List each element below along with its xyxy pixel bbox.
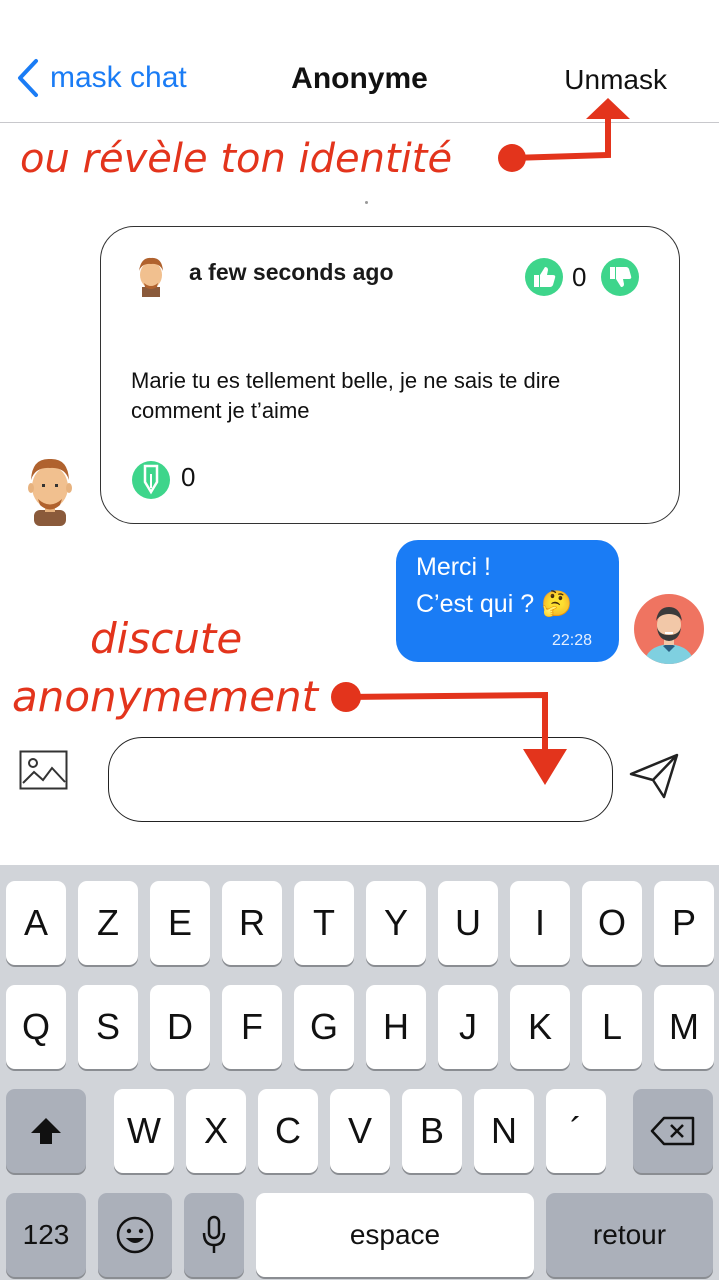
- image-icon[interactable]: [19, 750, 68, 790]
- shift-key[interactable]: [6, 1089, 86, 1173]
- keyboard: A Z E R T Y U I O P Q S D F G H J K L M …: [0, 865, 719, 1280]
- annotation-discuss-line1: discute: [90, 614, 243, 663]
- user-avatar: [634, 594, 704, 664]
- vote-count: 0: [572, 262, 587, 292]
- reply-count: 0: [181, 462, 196, 492]
- key-k[interactable]: K: [510, 985, 570, 1069]
- shift-icon: [31, 1118, 61, 1144]
- key-d[interactable]: D: [150, 985, 210, 1069]
- key-w[interactable]: W: [114, 1089, 174, 1173]
- key-b[interactable]: B: [402, 1089, 462, 1173]
- annotation-discuss-line2: anonymement: [12, 672, 319, 721]
- return-key[interactable]: retour: [546, 1193, 713, 1277]
- key-s[interactable]: S: [78, 985, 138, 1069]
- message-time: 22:28: [552, 632, 593, 649]
- key-h[interactable]: H: [366, 985, 426, 1069]
- key-g[interactable]: G: [294, 985, 354, 1069]
- key-x[interactable]: X: [186, 1089, 246, 1173]
- key-p[interactable]: P: [654, 881, 714, 965]
- microphone-icon: [202, 1215, 226, 1253]
- key-f[interactable]: F: [222, 985, 282, 1069]
- space-key[interactable]: espace: [256, 1193, 534, 1277]
- thumbs-up-icon[interactable]: [524, 257, 564, 297]
- emoji-icon: [116, 1216, 154, 1254]
- key-o[interactable]: O: [582, 881, 642, 965]
- backspace-key[interactable]: [633, 1089, 713, 1173]
- annotation-reveal-text: ou révèle ton identité: [20, 136, 453, 182]
- annotation-arrow-up: [498, 98, 630, 172]
- key-a[interactable]: A: [6, 881, 66, 965]
- unmask-button[interactable]: Unmask: [564, 64, 667, 96]
- author-avatar-icon: [139, 257, 163, 297]
- key-i[interactable]: I: [510, 881, 570, 965]
- key-z[interactable]: Z: [78, 881, 138, 965]
- avatar-male-icon: [28, 458, 72, 526]
- dictation-key[interactable]: [184, 1193, 244, 1277]
- backspace-icon: [650, 1116, 695, 1146]
- numbers-key[interactable]: 123: [6, 1193, 86, 1277]
- key-accent[interactable]: ´: [546, 1089, 606, 1173]
- key-q[interactable]: Q: [6, 985, 66, 1069]
- key-c[interactable]: C: [258, 1089, 318, 1173]
- key-n[interactable]: N: [474, 1089, 534, 1173]
- key-j[interactable]: J: [438, 985, 498, 1069]
- separator-dot: [365, 201, 368, 204]
- post-timestamp: a few seconds ago: [189, 259, 394, 285]
- key-v[interactable]: V: [330, 1089, 390, 1173]
- key-m[interactable]: M: [654, 985, 714, 1069]
- thumbs-down-icon[interactable]: [600, 257, 640, 297]
- key-r[interactable]: R: [222, 881, 282, 965]
- annotation-arrow-down: [331, 682, 567, 785]
- key-t[interactable]: T: [294, 881, 354, 965]
- key-y[interactable]: Y: [366, 881, 426, 965]
- key-u[interactable]: U: [438, 881, 498, 965]
- pen-icon[interactable]: [131, 460, 171, 500]
- key-e[interactable]: E: [150, 881, 210, 965]
- message-line-2: C’est qui ? 🤔: [416, 590, 573, 618]
- send-icon[interactable]: [628, 752, 680, 800]
- message-line-1: Merci !: [416, 553, 491, 581]
- emoji-key[interactable]: [98, 1193, 172, 1277]
- key-l[interactable]: L: [582, 985, 642, 1069]
- post-text: Marie tu es tellement belle, je ne sais …: [131, 368, 561, 423]
